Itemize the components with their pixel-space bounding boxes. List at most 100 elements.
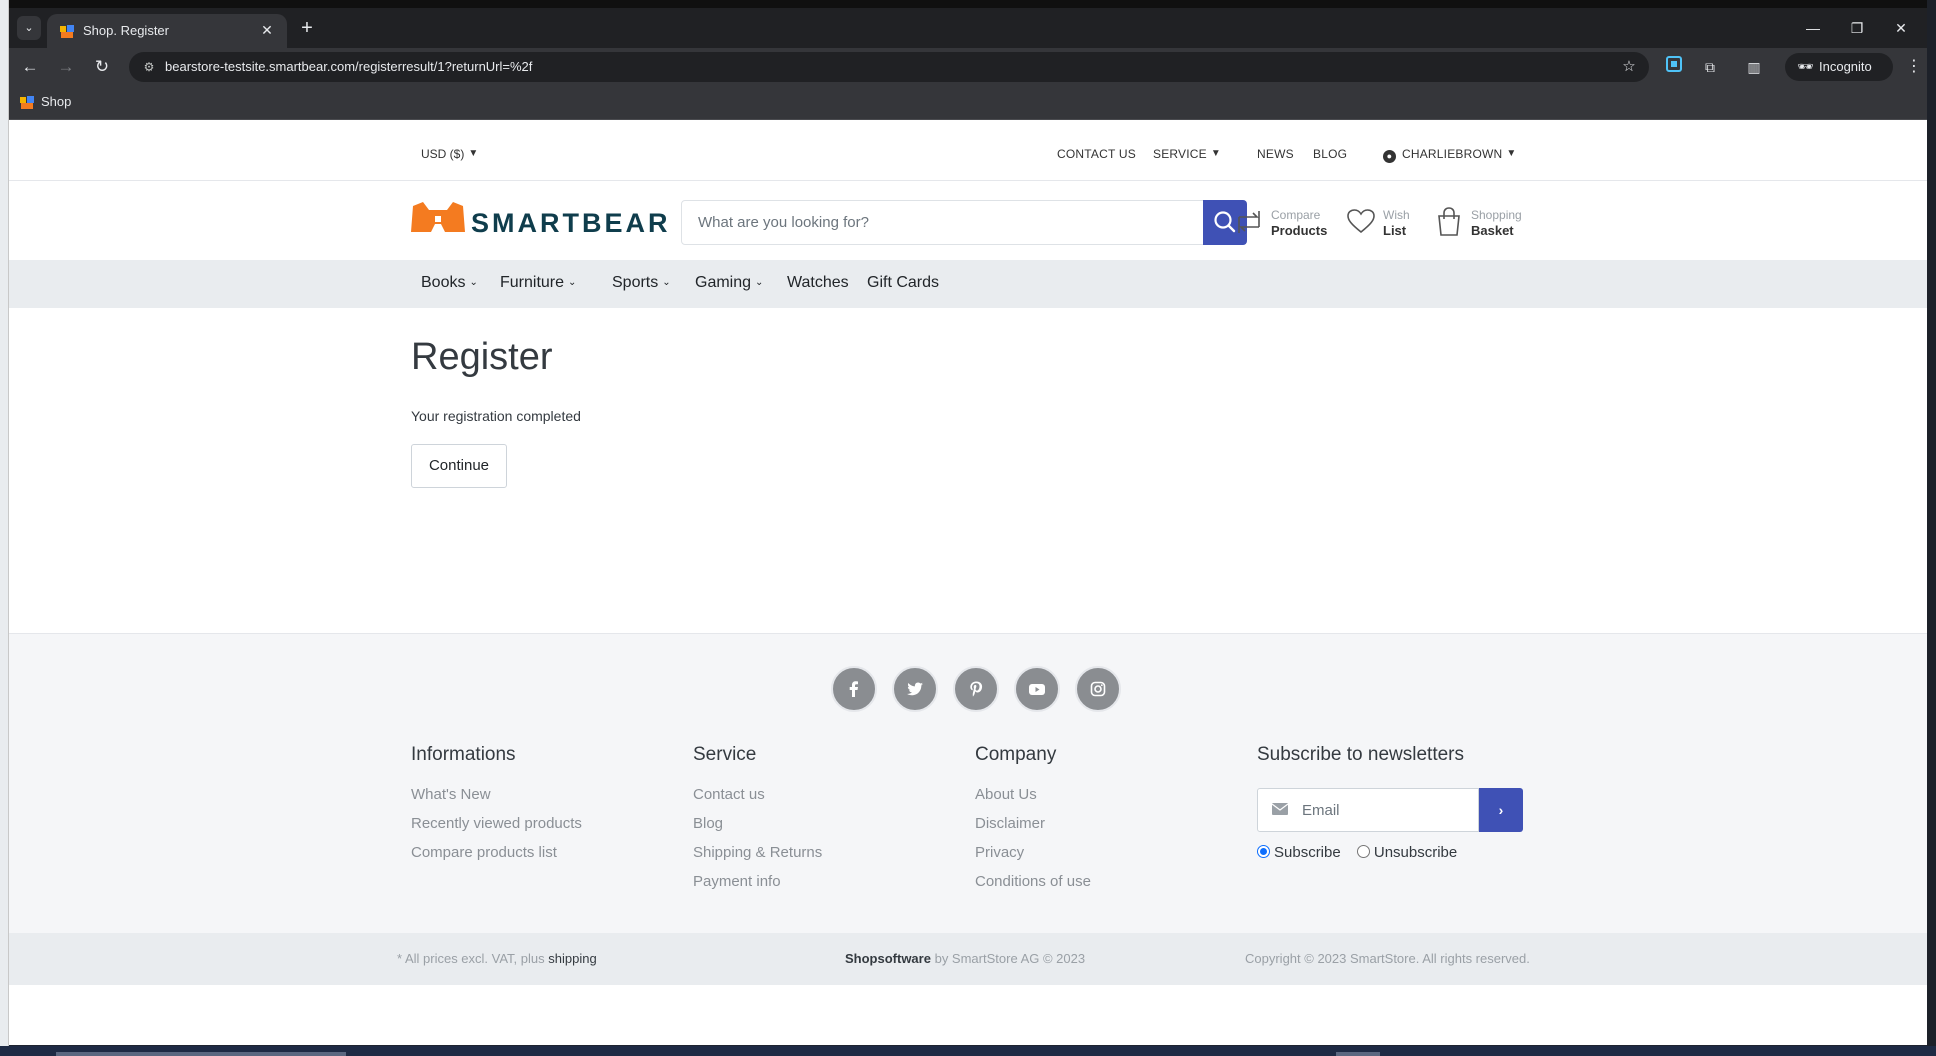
unsubscribe-label[interactable]: Unsubscribe xyxy=(1374,844,1457,861)
newsletter-email-field[interactable]: Email xyxy=(1257,788,1479,832)
incognito-indicator[interactable]: 🕶 Incognito xyxy=(1785,53,1893,81)
chevron-down-icon: ⌄ xyxy=(568,277,577,288)
nav-item-label: Furniture xyxy=(500,274,565,291)
contact-us-link[interactable]: CONTACT US xyxy=(1057,147,1136,161)
site-info-icon[interactable]: ⚙ xyxy=(141,59,157,75)
payment-info-link[interactable]: Payment info xyxy=(693,867,953,896)
contact-us-footer-link[interactable]: Contact us xyxy=(693,780,953,809)
vat-notice-text: * All prices excl. VAT, plus xyxy=(397,951,545,966)
recently-viewed-link[interactable]: Recently viewed products xyxy=(411,809,671,838)
blog-link[interactable]: BLOG xyxy=(1313,147,1347,161)
side-panel-icon[interactable]: ▥ xyxy=(1743,56,1765,78)
bookmark-star-icon[interactable]: ☆ xyxy=(1619,57,1639,77)
minimize-button[interactable]: — xyxy=(1799,16,1827,40)
chevron-down-icon: ⌄ xyxy=(469,277,478,288)
subscribe-label[interactable]: Subscribe xyxy=(1274,844,1341,861)
nav-item-gaming[interactable]: Gaming ⌄ xyxy=(695,274,763,292)
facebook-link[interactable] xyxy=(831,666,877,712)
extensions-puzzle-icon[interactable]: ⧉ xyxy=(1699,56,1721,78)
nav-item-books[interactable]: Books ⌄ xyxy=(421,274,478,292)
utility-bar: USD ($) ▼ CONTACT US SERVICE ▼ NEWS BLOG ●… xyxy=(9,128,1927,181)
currency-selector[interactable]: USD ($) ▼ xyxy=(421,147,478,161)
wish-top-label: Wish xyxy=(1383,208,1410,222)
forward-button[interactable]: → xyxy=(53,55,79,81)
powered-by-text: by SmartStore AG © 2023 xyxy=(934,951,1086,966)
youtube-link[interactable] xyxy=(1014,666,1060,712)
wish-list-link[interactable]: Wish List xyxy=(1347,205,1427,241)
tab-search-button[interactable]: ⌄ xyxy=(17,16,41,40)
envelope-icon xyxy=(1272,803,1288,815)
footer-company: Company About Us Disclaimer Privacy Cond… xyxy=(975,744,1235,896)
tab-strip: ⌄ Shop. Register ✕ + — ❐ ✕ xyxy=(9,8,1927,48)
twitter-link[interactable] xyxy=(892,666,938,712)
account-menu[interactable]: ● CHARLIEBROWN ▼ xyxy=(1383,147,1517,163)
shipping-returns-link[interactable]: Shipping & Returns xyxy=(693,838,953,867)
taskbar xyxy=(0,1046,1936,1056)
disclaimer-link[interactable]: Disclaimer xyxy=(975,809,1235,838)
browser-menu-icon[interactable]: ⋮ xyxy=(1905,56,1923,76)
unsubscribe-radio[interactable] xyxy=(1356,845,1370,858)
new-tab-button[interactable]: + xyxy=(294,16,320,42)
extension-icon[interactable] xyxy=(1663,56,1685,78)
subscribe-radio[interactable] xyxy=(1257,845,1270,858)
conditions-of-use-link[interactable]: Conditions of use xyxy=(975,867,1235,896)
pinterest-icon xyxy=(970,681,983,697)
privacy-link[interactable]: Privacy xyxy=(975,838,1235,867)
wish-bottom-label: List xyxy=(1383,223,1407,238)
continue-button[interactable]: Continue xyxy=(411,444,507,488)
shopsoftware-link[interactable]: Shopsoftware xyxy=(845,951,931,966)
bookmark-shop[interactable]: Shop xyxy=(19,94,71,109)
newsletter-submit-button[interactable]: › xyxy=(1479,788,1523,832)
news-link[interactable]: NEWS xyxy=(1257,147,1294,161)
address-bar[interactable]: ⚙ bearstore-testsite.smartbear.com/regis… xyxy=(129,52,1649,82)
taskbar-item[interactable] xyxy=(1336,1052,1380,1056)
browser-window: ⌄ Shop. Register ✕ + — ❐ ✕ ← → ↻ ⚙ bears… xyxy=(9,8,1927,1045)
back-button[interactable]: ← xyxy=(17,55,43,81)
facebook-icon xyxy=(849,681,858,697)
nav-item-furniture[interactable]: Furniture ⌄ xyxy=(500,274,576,292)
close-window-button[interactable]: ✕ xyxy=(1887,16,1915,40)
chevron-down-icon: ▼ xyxy=(1210,148,1221,159)
user-icon: ● xyxy=(1383,150,1396,163)
screen-top-edge xyxy=(0,0,1936,8)
search-input[interactable]: What are you looking for? xyxy=(681,200,1211,245)
search-placeholder: What are you looking for? xyxy=(698,214,869,231)
whats-new-link[interactable]: What's New xyxy=(411,780,671,809)
service-menu[interactable]: SERVICE ▼ xyxy=(1153,147,1221,161)
instagram-link[interactable] xyxy=(1075,666,1121,712)
copyright-text: Copyright © 2023 SmartStore. All rights … xyxy=(1245,951,1530,966)
main-navigation: Books ⌄ Furniture ⌄ Sports ⌄ Gaming ⌄ Watche… xyxy=(9,260,1927,308)
subscribe-options: Subscribe Unsubscribe xyxy=(1257,844,1457,861)
nav-item-watches[interactable]: Watches xyxy=(787,274,849,292)
footer-newsletter: Subscribe to newsletters Email › Subscri… xyxy=(1257,744,1537,884)
shopping-basket-link[interactable]: Shopping Basket xyxy=(1435,205,1535,241)
about-us-link[interactable]: About Us xyxy=(975,780,1235,809)
pinterest-link[interactable] xyxy=(953,666,999,712)
chevron-down-icon: ▼ xyxy=(468,148,479,159)
reload-button[interactable]: ↻ xyxy=(89,55,115,81)
restore-button[interactable]: ❐ xyxy=(1843,16,1871,40)
browser-tab[interactable]: Shop. Register ✕ xyxy=(47,14,287,48)
basket-bottom-label: Basket xyxy=(1471,223,1514,238)
compare-list-link[interactable]: Compare products list xyxy=(411,838,671,867)
account-name: CHARLIEBROWN xyxy=(1402,147,1503,161)
site-header: SMARTBEAR What are you looking for? Comp… xyxy=(9,182,1927,260)
tab-close-icon[interactable]: ✕ xyxy=(257,20,277,40)
youtube-icon xyxy=(1029,684,1045,695)
instagram-icon xyxy=(1090,681,1106,697)
smartbear-logo[interactable]: SMARTBEAR xyxy=(411,202,668,238)
nav-item-sports[interactable]: Sports ⌄ xyxy=(612,274,671,292)
bookmarks-bar: Shop xyxy=(9,86,1927,120)
compare-products-link[interactable]: Compare Products xyxy=(1235,205,1335,241)
chevron-down-icon: ⌄ xyxy=(662,277,671,288)
site-footer: Informations What's New Recently viewed … xyxy=(9,633,1927,933)
nav-item-label: Books xyxy=(421,274,466,291)
taskbar-item[interactable] xyxy=(56,1052,346,1056)
shipping-link[interactable]: shipping xyxy=(548,951,596,966)
url-text[interactable]: bearstore-testsite.smartbear.com/registe… xyxy=(165,59,532,74)
shop-favicon-icon xyxy=(20,96,34,109)
nav-item-label: Sports xyxy=(612,274,659,291)
blog-footer-link[interactable]: Blog xyxy=(693,809,953,838)
nav-item-label: Gaming xyxy=(695,274,752,291)
nav-item-gift-cards[interactable]: Gift Cards xyxy=(867,274,939,292)
